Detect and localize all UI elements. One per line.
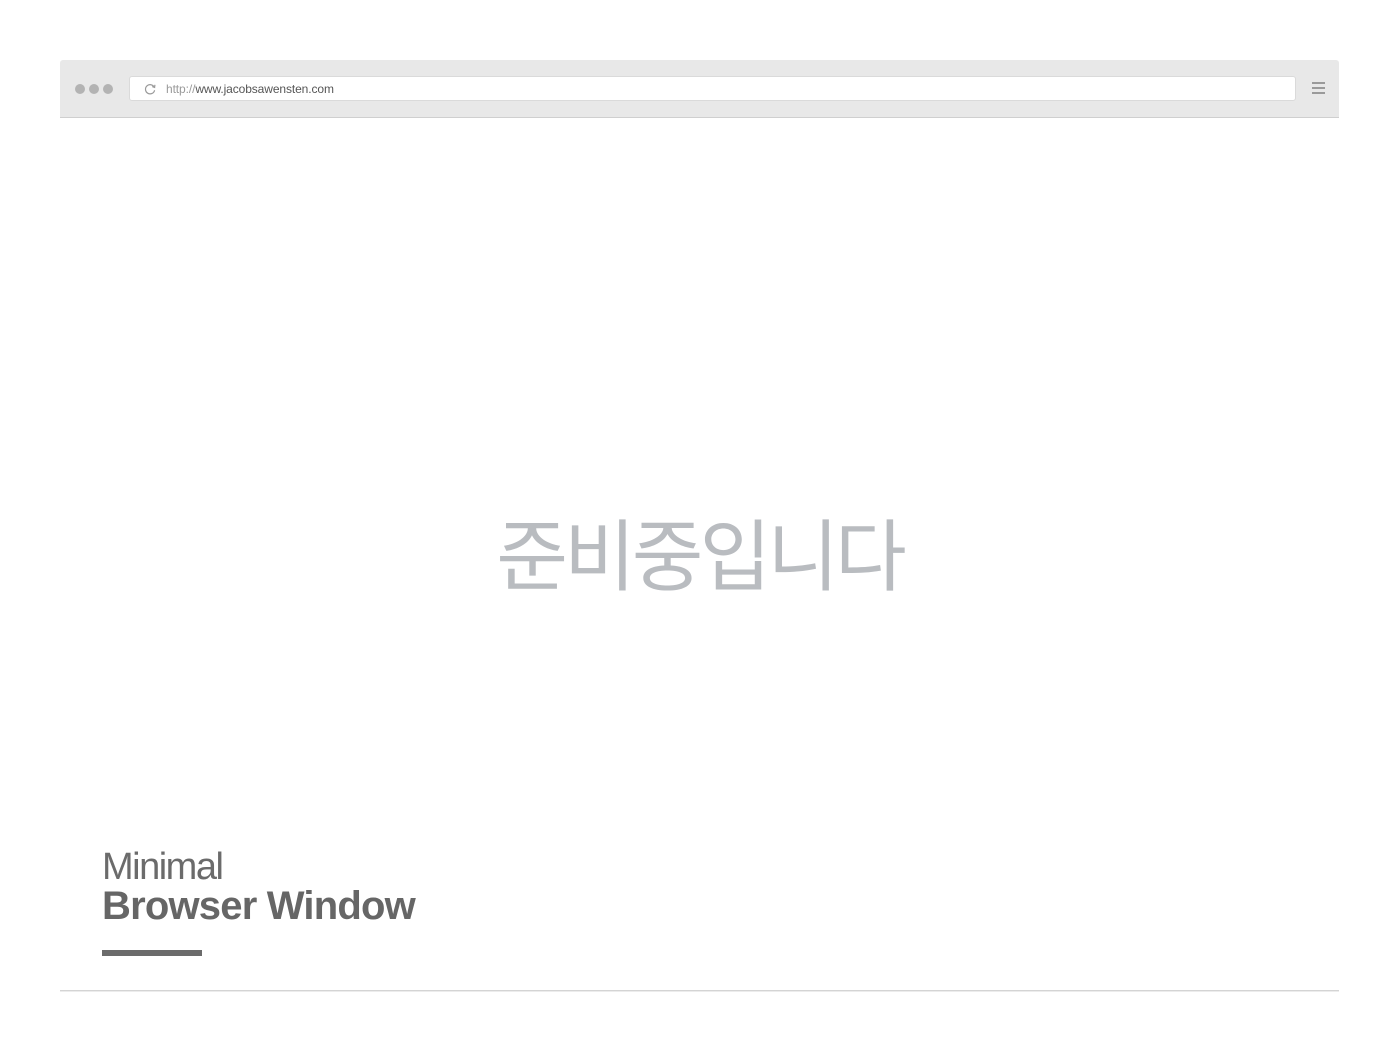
url-scheme: http:// [166, 82, 196, 96]
reload-icon[interactable] [143, 82, 157, 96]
hamburger-menu-icon[interactable] [1312, 82, 1326, 96]
url-host: www.jacobsawensten.com [195, 82, 334, 96]
page-heading: 준비중입니다 [496, 513, 907, 603]
browser-window: http://www.jacobsawensten.com 준비중입니다 Min… [60, 60, 1339, 991]
caption: Minimal Browser Window [102, 846, 416, 928]
url-text[interactable]: http://www.jacobsawensten.com [166, 82, 334, 96]
caption-title-bold: Browser Window [102, 884, 416, 928]
window-dot-2[interactable] [89, 84, 99, 94]
window-dot-3[interactable] [103, 84, 113, 94]
address-bar[interactable]: http://www.jacobsawensten.com [129, 76, 1296, 101]
window-dot-1[interactable] [75, 84, 85, 94]
browser-toolbar: http://www.jacobsawensten.com [60, 60, 1339, 118]
caption-title-light: Minimal [102, 846, 224, 888]
caption-underline [102, 950, 202, 956]
window-controls [75, 84, 113, 94]
